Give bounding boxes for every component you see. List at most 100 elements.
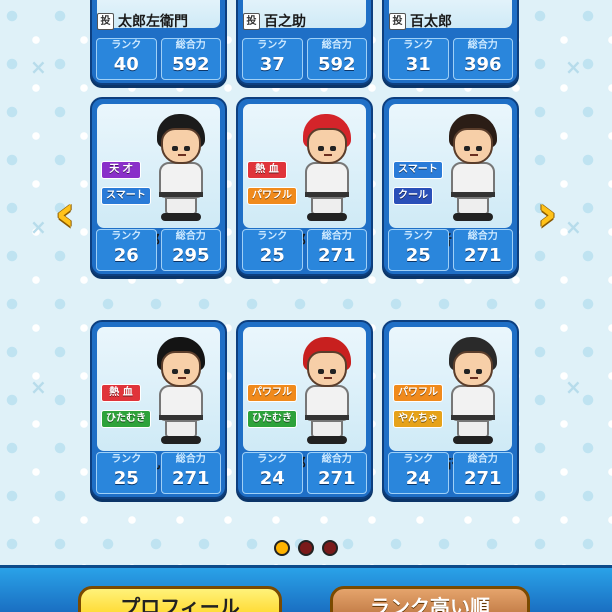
card-stats: ランク 24 総合力 271 (242, 452, 367, 494)
player-card[interactable]: パワフルやんちゃ投太郎右衛門ランク24総合力271 (382, 320, 519, 499)
player-card[interactable]: パワフルひたむき野百太郎IIランク24総合力271 (236, 320, 373, 499)
rank-value: 40 (113, 54, 139, 75)
power-label: 総合力 (175, 231, 206, 242)
rank-stat: ランク 26 (96, 229, 157, 271)
player-avatar (437, 337, 509, 445)
card-stats: ランク 26 総合力 295 (96, 229, 221, 271)
avatar-face (160, 128, 201, 164)
avatar-eye (171, 369, 178, 374)
avatar-eye (475, 369, 482, 374)
position-icon: 投 (97, 12, 114, 30)
player-avatar (145, 337, 217, 445)
player-avatar (291, 337, 363, 445)
avatar-face (452, 351, 493, 387)
power-label: 総合力 (321, 231, 352, 242)
player-avatar (291, 114, 363, 222)
card-portrait: パワフル ひたむき (243, 327, 366, 451)
avatar-shoes (306, 436, 347, 444)
avatar-face (452, 128, 493, 164)
avatar-eye (171, 146, 178, 151)
rank-label: ランク (111, 40, 142, 51)
rank-stat: ランク 37 (242, 38, 303, 80)
avatar-shoes (452, 213, 493, 221)
card-stats: ランク 25 総合力 271 (96, 452, 221, 494)
rank-value: 31 (405, 54, 431, 75)
avatar-eye (475, 146, 482, 151)
trait-badge: パワフル (247, 187, 297, 205)
profile-button[interactable]: プロフィール (78, 586, 282, 612)
chevron-left-icon[interactable]: ‹ (48, 188, 82, 240)
trait-badge: 熱 血 (101, 384, 141, 402)
power-stat: 総合力 271 (306, 452, 367, 494)
player-card[interactable]: 熱 血パワフル投百太郎ランク25総合力271 (236, 97, 373, 276)
player-card[interactable]: 熱 血ひたむき投太郎丸ランク25総合力271 (90, 320, 227, 499)
power-value: 592 (317, 54, 356, 75)
rank-value: 25 (259, 245, 285, 266)
rank-value: 24 (259, 468, 285, 489)
chevron-right-icon[interactable]: › (530, 188, 564, 240)
card-stats: ランク 25 総合力 271 (242, 229, 367, 271)
page-dot[interactable] (274, 540, 290, 556)
rank-stat: ランク 31 (388, 38, 449, 80)
power-label: 総合力 (467, 40, 498, 51)
pattern-mark: × (565, 55, 582, 79)
rank-stat: ランク 25 (96, 452, 157, 494)
power-label: 総合力 (175, 454, 206, 465)
power-stat: 総合力 271 (306, 229, 367, 271)
rank-label: ランク (111, 231, 142, 242)
rank-label: ランク (257, 231, 288, 242)
power-label: 総合力 (175, 40, 206, 51)
card-name-row: 投 太郎左衛門 (97, 10, 220, 32)
card-portrait: 熱 血パワフル (243, 104, 366, 228)
player-card[interactable]: 投 太郎左衛門 ランク 40 総合力 592 (90, 0, 227, 85)
avatar-mouth (177, 154, 186, 156)
card-portrait: パワフル やんちゃ (389, 327, 512, 451)
avatar-mouth (323, 377, 332, 379)
rank-label: ランク (257, 40, 288, 51)
player-avatar (437, 114, 509, 222)
avatar-mouth (469, 377, 478, 379)
sort-button[interactable]: ランク高い順 (330, 586, 530, 612)
player-card[interactable]: 投 百太郎 ランク 31 総合力 396 (382, 0, 519, 85)
rank-value: 26 (113, 245, 139, 266)
trait-badge: やんちゃ (393, 410, 443, 428)
position-icon: 投 (389, 12, 406, 30)
player-name: 百太郎 (410, 14, 452, 30)
card-name-row: 投 百太郎 (389, 10, 512, 32)
rank-value: 37 (259, 54, 285, 75)
power-stat: 総合力 396 (452, 38, 513, 80)
power-value: 271 (463, 245, 502, 266)
card-stats: ランク 40 総合力 592 (96, 38, 221, 80)
avatar-mouth (323, 154, 332, 156)
player-card[interactable]: スマートクール野狂打者ランク25総合力271 (382, 97, 519, 276)
avatar-shoes (160, 213, 201, 221)
bottom-bar: プロフィール ランク高い順 (0, 565, 612, 612)
power-stat: 総合力 592 (306, 38, 367, 80)
pattern-mark: × (30, 215, 47, 239)
rank-value: 25 (113, 468, 139, 489)
trait-badge: ひたむき (101, 410, 151, 428)
trait-badge: スマート (393, 161, 443, 179)
avatar-eye (183, 369, 190, 374)
power-value: 271 (463, 468, 502, 489)
trait-badge: スマート (101, 187, 151, 205)
power-value: 271 (317, 245, 356, 266)
power-value: 592 (171, 54, 210, 75)
trait-badge: パワフル (393, 384, 443, 402)
page-dot[interactable] (298, 540, 314, 556)
page-dot[interactable] (322, 540, 338, 556)
rank-stat: ランク 40 (96, 38, 157, 80)
power-stat: 総合力 271 (160, 452, 221, 494)
rank-stat: ランク 25 (242, 229, 303, 271)
player-card[interactable]: 天 才スマート投百次郎ランク26総合力295 (90, 97, 227, 276)
player-card[interactable]: 投 百之助 ランク 37 総合力 592 (236, 0, 373, 85)
avatar-face (160, 351, 201, 387)
card-stats: ランク 25 総合力 271 (388, 229, 513, 271)
power-value: 396 (463, 54, 502, 75)
avatar-eye (463, 146, 470, 151)
avatar-shoes (160, 436, 201, 444)
player-name: 百之助 (264, 14, 306, 30)
power-label: 総合力 (467, 454, 498, 465)
power-value: 271 (171, 468, 210, 489)
card-stats: ランク 37 総合力 592 (242, 38, 367, 80)
